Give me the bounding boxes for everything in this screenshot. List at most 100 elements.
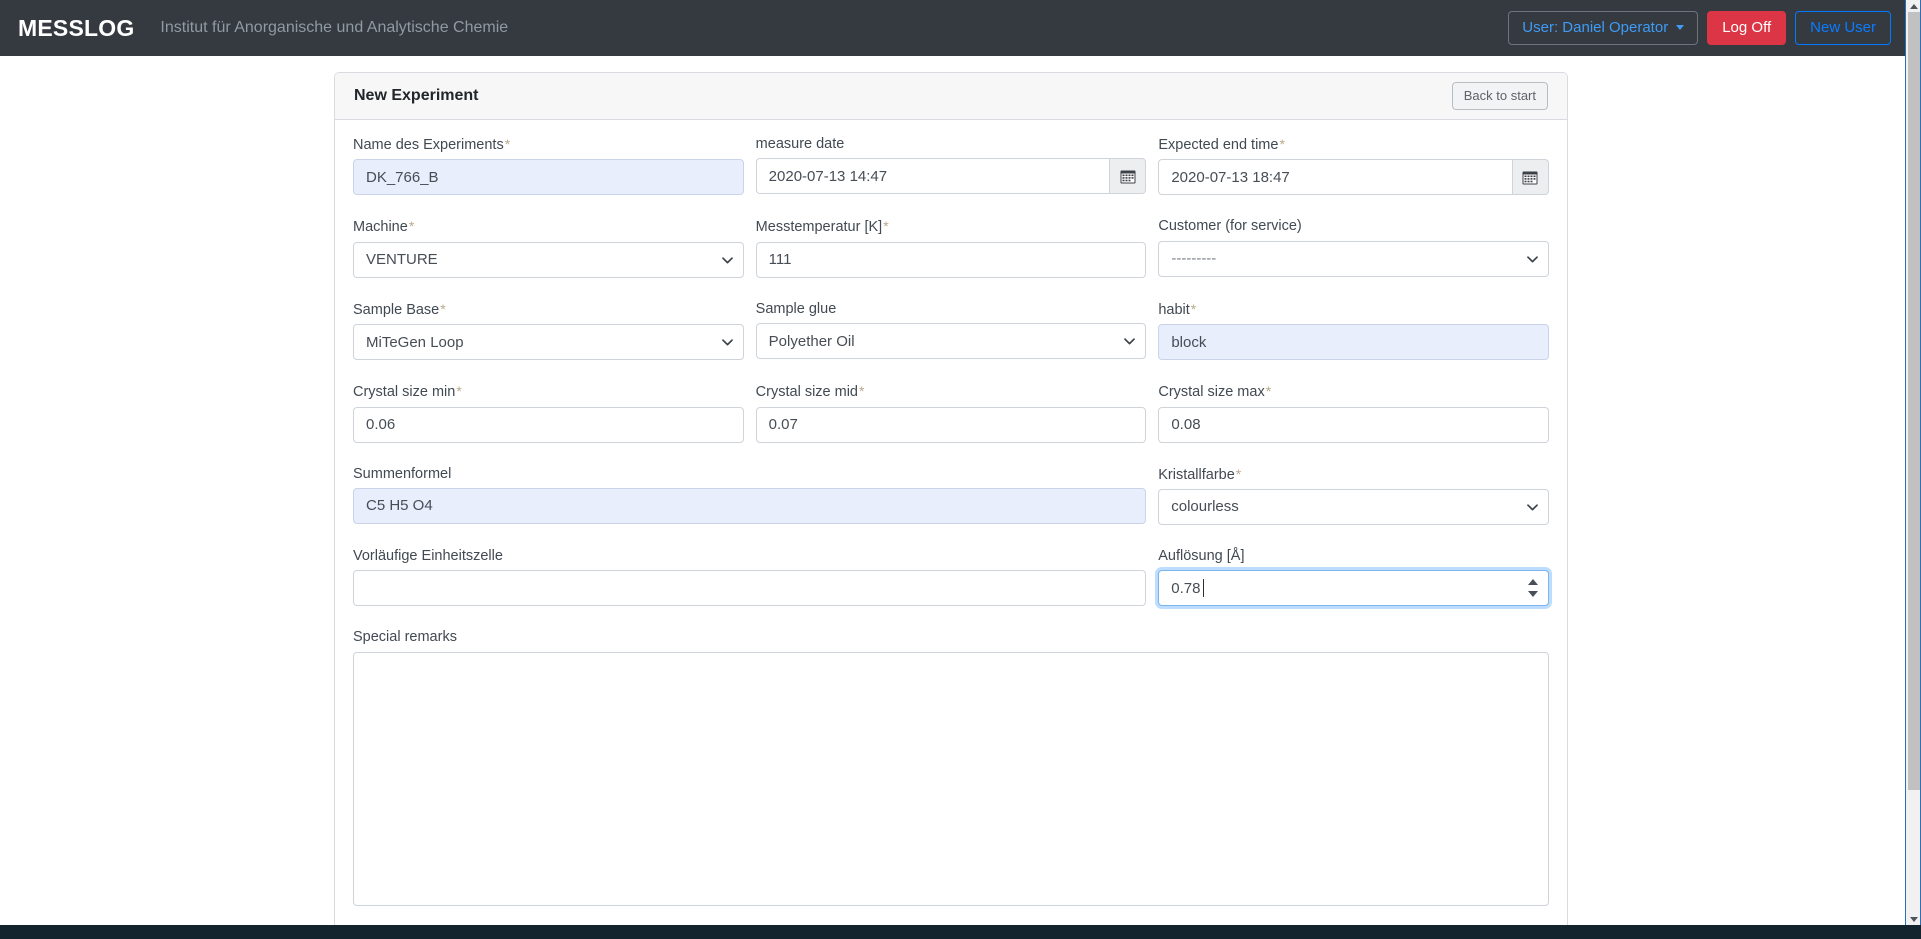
number-spinner[interactable]: [1527, 579, 1538, 598]
sample-base-select[interactable]: [353, 324, 744, 361]
form-row-1: Name des Experiments* measure date: [353, 136, 1550, 218]
kristallfarbe-select[interactable]: [1158, 488, 1549, 525]
sample-glue-select[interactable]: [755, 323, 1147, 360]
experiment-form: Name des Experiments* measure date: [335, 120, 1567, 925]
label-measure-temperature: Messtemperatur [K]*: [756, 218, 1147, 236]
label-habit: habit*: [1158, 301, 1549, 319]
label-customer: Customer (for service): [1158, 218, 1302, 235]
field-machine: Machine*: [353, 218, 744, 278]
required-marker: *: [1235, 465, 1242, 482]
measure-date-input[interactable]: [755, 158, 1110, 195]
field-kristallfarbe: Kristallfarbe*: [1158, 466, 1549, 525]
crystal-size-min-input[interactable]: [353, 406, 744, 443]
label-text: Sample Base: [353, 301, 440, 318]
field-crystal-size-min: Crystal size min*: [353, 383, 744, 443]
required-marker: *: [1265, 383, 1272, 400]
page-title: New Experiment: [354, 87, 479, 104]
field-unit-cell: Vorläufige Einheitszelle: [353, 547, 1147, 607]
label-sample-base: Sample Base*: [353, 301, 744, 319]
required-marker: *: [1279, 136, 1285, 152]
sample-base-select-wrap: [353, 324, 744, 361]
calendar-icon[interactable]: [1109, 158, 1147, 195]
required-marker: *: [408, 218, 415, 235]
back-to-start-button[interactable]: Back to start: [1451, 82, 1548, 110]
form-row-5: Summenformel Kristallfarbe*: [353, 466, 1549, 548]
field-sample-base: Sample Base*: [353, 301, 744, 361]
field-measure-temperature: Messtemperatur [K]*: [755, 218, 1147, 278]
customer-select[interactable]: [1158, 240, 1550, 277]
vertical-scrollbar-thumb[interactable]: [1908, 12, 1920, 790]
expected-end-time-group: [1158, 159, 1550, 196]
label-text: Crystal size min: [353, 384, 456, 401]
calendar-icon[interactable]: [1511, 159, 1550, 196]
summenformel-input[interactable]: [353, 487, 1147, 524]
customer-select-wrap: [1158, 240, 1550, 277]
label-special-remarks: Special remarks: [353, 629, 457, 646]
special-remarks-textarea[interactable]: [353, 651, 1549, 906]
label-experiment-name: Name des Experiments*: [353, 136, 744, 154]
form-row-3: Sample Base* Sample glue: [353, 300, 1550, 383]
text-cursor: [1203, 579, 1205, 598]
label-text: Kristallfarbe: [1158, 466, 1235, 483]
label-machine: Machine*: [353, 218, 744, 236]
expected-end-time-input[interactable]: [1158, 159, 1512, 196]
experiment-name-input[interactable]: [353, 159, 744, 196]
form-row-4: Crystal size min* Crystal size mid* Crys…: [353, 383, 1550, 465]
label-kristallfarbe: Kristallfarbe*: [1158, 466, 1549, 484]
spinner-up-icon[interactable]: [1527, 579, 1538, 586]
chevron-down-icon: [1676, 25, 1685, 30]
vertical-scrollbar[interactable]: [1905, 0, 1921, 925]
label-measure-date: measure date: [755, 136, 845, 152]
field-habit: habit*: [1158, 301, 1550, 361]
crystal-size-mid-input[interactable]: [755, 406, 1147, 443]
scroll-up-button[interactable]: [1906, 0, 1921, 12]
field-summenformel: Summenformel: [353, 465, 1147, 525]
label-text: Name des Experiments: [353, 137, 504, 153]
habit-input[interactable]: [1158, 324, 1550, 361]
label-crystal-size-min: Crystal size min*: [353, 383, 744, 401]
required-marker: *: [1190, 300, 1197, 317]
label-crystal-size-max: Crystal size max*: [1158, 383, 1549, 401]
navbar-right-group: User: Daniel Operator Log Off New User: [1508, 11, 1905, 45]
form-row-7: Special remarks: [353, 629, 1549, 925]
panel-header: New Experiment Back to start: [335, 73, 1567, 120]
field-expected-end-time: Expected end time*: [1158, 136, 1550, 196]
crystal-size-max-input[interactable]: [1158, 406, 1550, 443]
spinner-down-icon[interactable]: [1527, 591, 1538, 598]
sample-glue-select-wrap: [755, 323, 1147, 360]
required-marker: *: [883, 218, 889, 235]
field-resolution: Auflösung [Å]: [1158, 547, 1549, 607]
scroll-down-button[interactable]: [1906, 913, 1921, 925]
label-text: Expected end time: [1158, 137, 1279, 153]
field-measure-date: measure date: [755, 136, 1147, 195]
label-text: Crystal size max: [1158, 384, 1265, 401]
machine-select[interactable]: [353, 241, 744, 278]
new-user-button[interactable]: New User: [1795, 11, 1891, 45]
top-navbar: MESSLOG Institut für Anorganische und An…: [0, 0, 1905, 56]
user-menu-button[interactable]: User: Daniel Operator: [1508, 11, 1699, 45]
label-resolution: Auflösung [Å]: [1158, 547, 1245, 564]
measure-temperature-input[interactable]: [755, 241, 1147, 278]
required-marker: *: [504, 136, 511, 152]
label-expected-end-time: Expected end time*: [1158, 136, 1549, 154]
field-crystal-size-mid: Crystal size mid*: [755, 383, 1147, 443]
label-unit-cell: Vorläufige Einheitszelle: [353, 547, 503, 564]
label-summenformel: Summenformel: [353, 465, 452, 482]
label-sample-glue: Sample glue: [755, 300, 837, 317]
browser-bottom-bar: [0, 925, 1921, 939]
label-crystal-size-mid: Crystal size mid*: [756, 383, 1147, 401]
new-experiment-panel: New Experiment Back to start Name des Ex…: [334, 72, 1568, 925]
resolution-input[interactable]: [1158, 570, 1549, 607]
label-text: habit: [1158, 301, 1190, 318]
page-content: New Experiment Back to start Name des Ex…: [0, 56, 1905, 925]
field-customer: Customer (for service): [1158, 218, 1550, 277]
log-off-button[interactable]: Log Off: [1707, 11, 1787, 45]
resolution-number-wrap: [1158, 570, 1549, 607]
label-text: Machine: [353, 219, 408, 236]
label-text: Messtemperatur [K]: [755, 219, 883, 236]
triangle-down-icon: [1910, 916, 1918, 922]
field-sample-glue: Sample glue: [755, 300, 1147, 360]
unit-cell-input[interactable]: [353, 570, 1147, 607]
brand-logo[interactable]: MESSLOG: [18, 15, 134, 42]
institute-subtitle: Institut für Anorganische und Analytisch…: [160, 19, 509, 36]
